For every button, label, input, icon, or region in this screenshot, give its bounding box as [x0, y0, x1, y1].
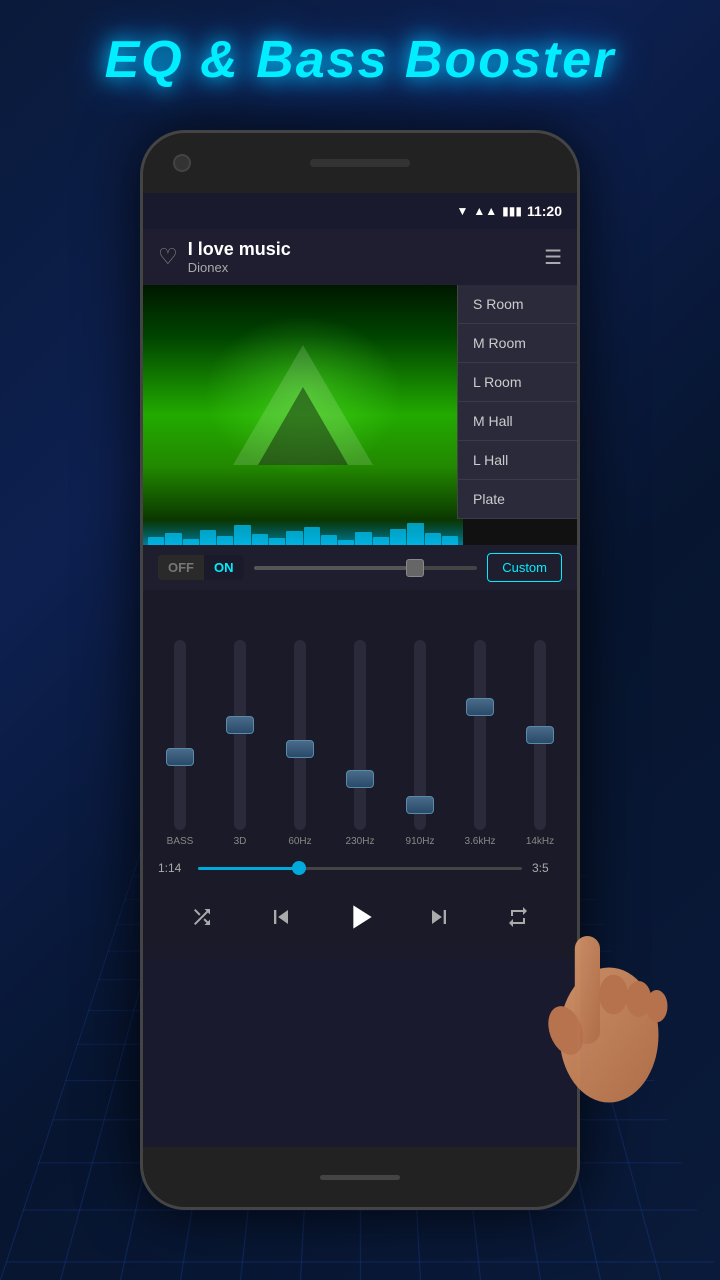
eq-band-14khz: [513, 600, 567, 830]
waveform-bar: [442, 536, 458, 545]
eq-band-thumb-230hz[interactable]: [346, 770, 374, 788]
phone-bottom: [143, 1147, 577, 1207]
eq-band-thumb-910hz[interactable]: [406, 796, 434, 814]
eq-toggle[interactable]: OFF ON: [158, 555, 244, 580]
app-title: EQ & Bass Booster: [0, 30, 720, 90]
progress-bar[interactable]: [198, 867, 522, 870]
waveform-bar: [252, 534, 268, 545]
eq-band-thumb-3d[interactable]: [226, 716, 254, 734]
eq-band-thumb-14khz[interactable]: [526, 726, 554, 744]
play-button[interactable]: [338, 895, 382, 939]
battery-icon: ▮▮▮: [502, 204, 522, 218]
eq-slider-thumb[interactable]: [406, 559, 424, 577]
waveform-bar: [200, 530, 216, 545]
track-artist: Dionex: [188, 260, 534, 275]
album-art-image: [143, 285, 463, 545]
toggle-on-label: ON: [204, 555, 244, 580]
status-icons: ▼ ▲▲ ▮▮▮ 11:20: [456, 203, 562, 219]
eq-band-track-36khz[interactable]: [474, 640, 486, 830]
triangle-inner: [258, 387, 348, 465]
phone-speaker: [310, 159, 410, 167]
status-bar: ▼ ▲▲ ▮▮▮ 11:20: [143, 193, 577, 229]
track-title: I love music: [188, 239, 534, 260]
eq-band-60hz: [273, 600, 327, 830]
eq-band-bass: [153, 600, 207, 830]
preset-l-hall[interactable]: L Hall: [458, 441, 577, 480]
waveform-bar: [338, 540, 354, 545]
progress-current: 1:14: [158, 861, 188, 875]
eq-bands: [143, 590, 577, 830]
album-area: S Room M Room L Room M Hall L Hall Plate: [143, 285, 577, 545]
eq-band-track-910hz[interactable]: [414, 640, 426, 830]
signal-icon: ▲▲: [473, 204, 497, 218]
eq-slider-fill: [254, 566, 411, 570]
phone-camera: [173, 154, 191, 172]
preset-m-hall[interactable]: M Hall: [458, 402, 577, 441]
eq-band-track-3d[interactable]: [234, 640, 246, 830]
hand-overlay: [510, 850, 690, 1130]
toggle-off-label: OFF: [158, 555, 204, 580]
waveform-bar: [355, 532, 371, 545]
waveform-bar: [148, 537, 164, 545]
eq-band-36khz: [453, 600, 507, 830]
preset-s-room[interactable]: S Room: [458, 285, 577, 324]
label-36khz: 3.6kHz: [453, 836, 507, 847]
label-910hz: 910Hz: [393, 836, 447, 847]
waveform-bar: [373, 537, 389, 545]
eq-band-track-bass[interactable]: [174, 640, 186, 830]
heart-icon[interactable]: ♡: [158, 244, 178, 270]
label-230hz: 230Hz: [333, 836, 387, 847]
preset-m-room[interactable]: M Room: [458, 324, 577, 363]
track-info: ♡ I love music Dionex ☰: [143, 229, 577, 285]
wifi-icon: ▼: [456, 204, 468, 218]
label-60hz: 60Hz: [273, 836, 327, 847]
custom-button[interactable]: Custom: [487, 553, 562, 582]
waveform-bar: [217, 536, 233, 545]
waveform-bar: [407, 523, 423, 545]
preset-l-room[interactable]: L Room: [458, 363, 577, 402]
progress-fill: [198, 867, 295, 870]
waveform-bar: [165, 533, 181, 545]
preset-dropdown: S Room M Room L Room M Hall L Hall Plate: [457, 285, 577, 519]
label-bass: BASS: [153, 836, 207, 847]
eq-band-thumb-36khz[interactable]: [466, 698, 494, 716]
rewind-button[interactable]: [259, 895, 303, 939]
shuffle-button[interactable]: [180, 895, 224, 939]
waveform-bar: [321, 535, 337, 545]
home-indicator: [320, 1175, 400, 1180]
eq-master-slider[interactable]: [254, 566, 478, 570]
waveform-bar: [304, 527, 320, 545]
waveform-bar: [425, 533, 441, 545]
eq-band-track-230hz[interactable]: [354, 640, 366, 830]
label-3d: 3D: [213, 836, 267, 847]
waveform-bar: [234, 525, 250, 545]
eq-band-910hz: [393, 600, 447, 830]
track-meta: I love music Dionex: [178, 239, 544, 275]
waveform-bar: [390, 529, 406, 545]
waveform-bar: [269, 538, 285, 545]
preset-plate[interactable]: Plate: [458, 480, 577, 519]
waveform-bar: [183, 539, 199, 545]
eq-band-track-60hz[interactable]: [294, 640, 306, 830]
eq-band-track-14khz[interactable]: [534, 640, 546, 830]
progress-dot[interactable]: [292, 861, 306, 875]
album-waveform: [143, 520, 463, 545]
eq-band-thumb-60hz[interactable]: [286, 740, 314, 758]
phone-top: [143, 133, 577, 193]
status-time: 11:20: [527, 203, 562, 219]
eq-band-230hz: [333, 600, 387, 830]
waveform-bar: [286, 531, 302, 545]
eq-band-thumb-bass[interactable]: [166, 748, 194, 766]
eq-band-3d: [213, 600, 267, 830]
forward-button[interactable]: [417, 895, 461, 939]
label-14khz: 14kHz: [513, 836, 567, 847]
eq-controls: OFF ON Custom: [143, 545, 577, 590]
album-art: [143, 285, 463, 545]
menu-icon[interactable]: ☰: [544, 245, 562, 270]
